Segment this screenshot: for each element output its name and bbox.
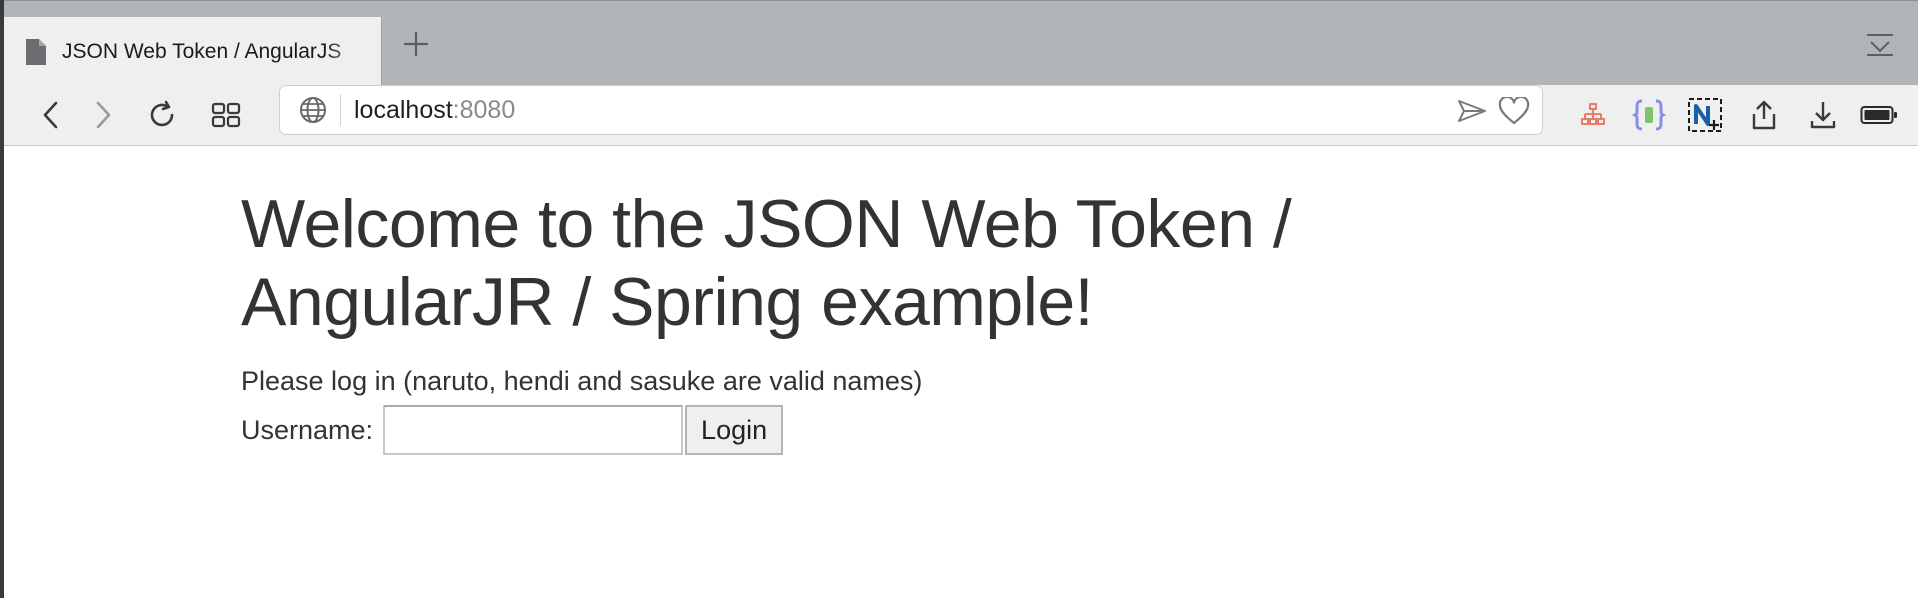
heart-icon[interactable]: [1496, 93, 1532, 129]
tab-title: JSON Web Token / AngularJS: [62, 39, 342, 63]
reload-icon: [150, 100, 174, 127]
plus-icon: [404, 32, 428, 56]
tab-list-icon: [1867, 34, 1893, 56]
chevron-left-icon: [43, 101, 58, 129]
back-button[interactable]: [31, 95, 71, 135]
page-content: Welcome to the JSON Web Token / AngularJ…: [241, 185, 1541, 455]
reload-button[interactable]: [142, 95, 182, 135]
json-braces-icon[interactable]: [1627, 93, 1671, 137]
battery-icon[interactable]: [1857, 93, 1901, 137]
username-input[interactable]: [383, 405, 684, 455]
tab-active[interactable]: JSON Web Token / AngularJS: [4, 17, 382, 86]
document-icon: [24, 38, 48, 66]
send-icon[interactable]: [1454, 93, 1490, 129]
globe-icon[interactable]: [298, 95, 328, 125]
download-icon[interactable]: [1801, 93, 1845, 137]
url-host: localhost: [354, 95, 453, 124]
n-capture-icon[interactable]: [1683, 93, 1727, 137]
grid-icon: [211, 102, 241, 128]
new-tab-button[interactable]: [397, 25, 435, 63]
chevron-right-icon: [96, 101, 111, 129]
login-button[interactable]: Login: [685, 405, 784, 455]
login-hint: Please log in (naruto, hendi and sasuke …: [241, 366, 923, 396]
sitemap-icon[interactable]: [1571, 93, 1615, 137]
username-label: Username:: [241, 414, 374, 445]
address-separator: [340, 94, 341, 126]
tab-strip: JSON Web Token / AngularJS: [4, 0, 1918, 86]
forward-button[interactable]: [83, 95, 123, 135]
page-heading: Welcome to the JSON Web Token / AngularJ…: [241, 186, 1292, 340]
address-bar[interactable]: localhost:8080: [279, 85, 1543, 135]
login-form: Username: Login: [241, 405, 1541, 455]
tab-overview-button[interactable]: [206, 95, 246, 135]
tab-list-button[interactable]: [1862, 27, 1898, 63]
url-port: :8080: [452, 95, 516, 124]
browser-window: JSON Web Token / AngularJS localhost:808…: [0, 0, 1918, 598]
address-bar-actions: [1454, 93, 1532, 129]
share-icon[interactable]: [1742, 93, 1786, 137]
toolbar: localhost:8080: [4, 85, 1918, 146]
url-text[interactable]: localhost:8080: [354, 96, 515, 125]
